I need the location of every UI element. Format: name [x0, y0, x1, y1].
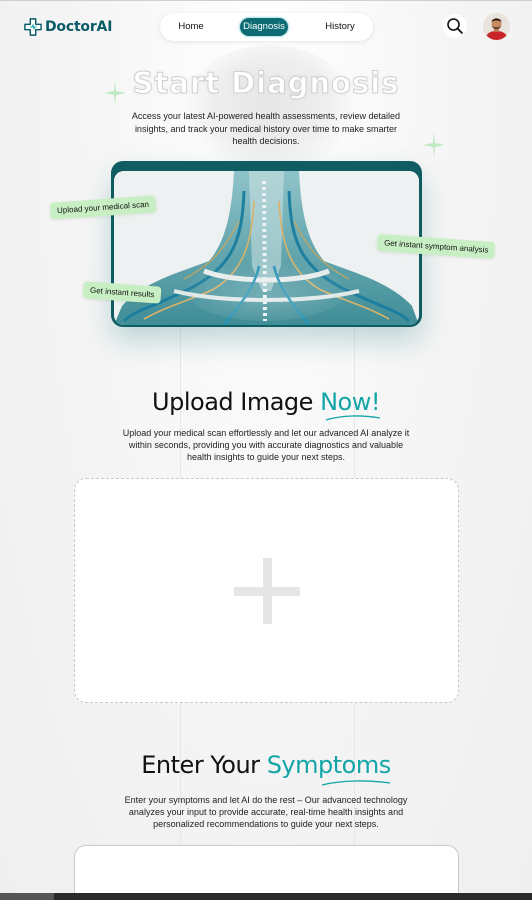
hero-subtitle: Access your latest AI-powered health ass… [131, 111, 401, 146]
search-icon [447, 18, 463, 34]
logo[interactable]: DoctorAI [24, 16, 112, 38]
user-avatar-icon [483, 13, 510, 40]
symptoms-title-accent: Symptoms [266, 751, 392, 779]
plus-icon-vertical [263, 558, 272, 624]
image-dropzone[interactable] [74, 478, 459, 703]
search-button[interactable] [443, 14, 467, 38]
upload-title-main: Upload Image [152, 388, 321, 416]
symptoms-title-main: Enter Your [141, 751, 267, 779]
taskbar [0, 893, 532, 900]
symptoms-title: Enter Your Symptoms [0, 751, 532, 779]
symptoms-input[interactable] [74, 845, 459, 900]
underline-swoosh-icon [321, 780, 391, 786]
taskbar-item[interactable] [0, 893, 54, 900]
main-nav: Home Diagnosis History [160, 13, 373, 41]
symptoms-subtitle: Enter your symptoms and let AI do the re… [124, 795, 408, 829]
medical-cross-icon [24, 18, 42, 36]
page-title: Start Diagnosis [132, 66, 400, 101]
nav-diagnosis[interactable]: Diagnosis [240, 18, 288, 36]
page: DoctorAI Home Diagnosis History Start Di… [0, 0, 532, 900]
upload-title-accent: Now! [320, 388, 380, 416]
logo-text: DoctorAI [45, 19, 113, 35]
upload-subtitle: Upload your medical scan effortlessly an… [122, 428, 410, 462]
sparkle-icon [423, 132, 445, 158]
underline-swoosh-icon [325, 415, 381, 421]
top-border [0, 0, 532, 1]
nav-home[interactable]: Home [172, 13, 210, 41]
nav-history[interactable]: History [320, 13, 360, 41]
upload-title: Upload Image Now! [0, 388, 532, 416]
avatar[interactable] [483, 13, 510, 40]
